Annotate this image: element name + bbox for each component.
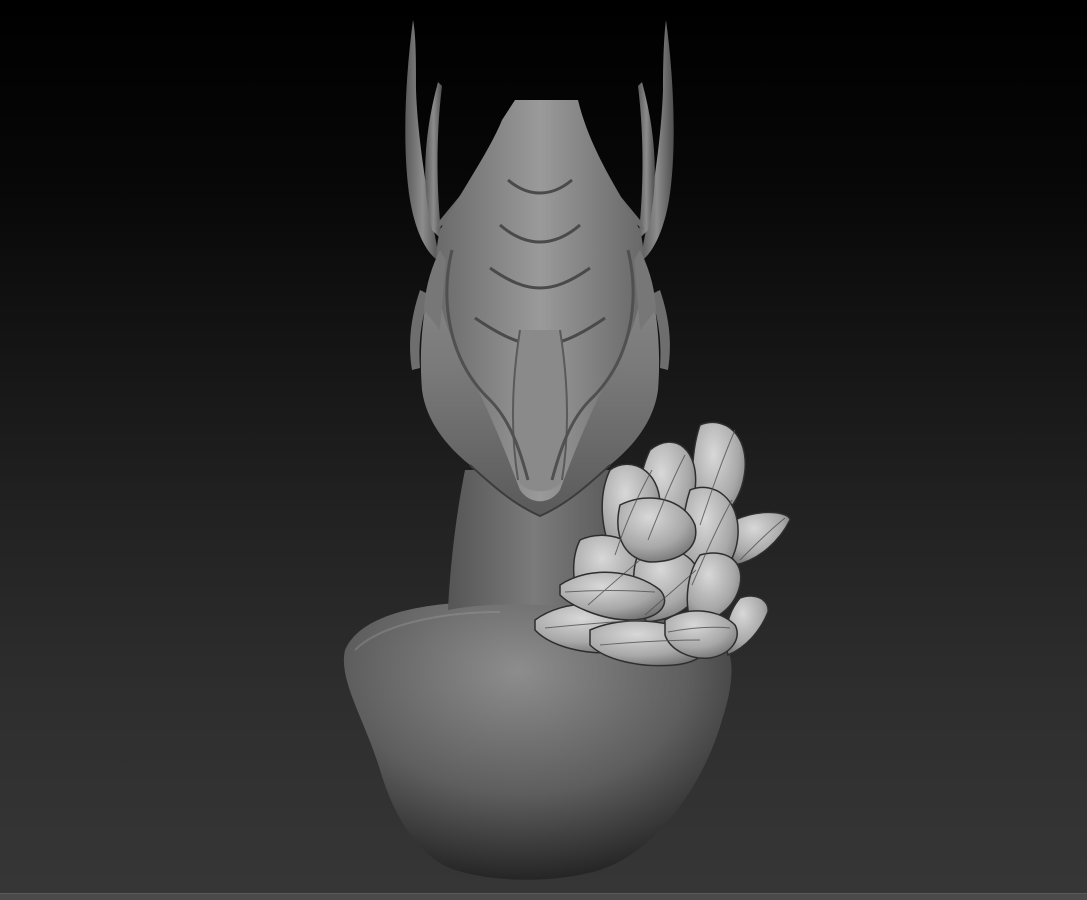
status-bar [0,893,1087,900]
dragon-head [420,100,660,518]
sculpt-viewport[interactable] [0,0,1087,893]
sculpt-mesh[interactable] [0,0,1087,893]
